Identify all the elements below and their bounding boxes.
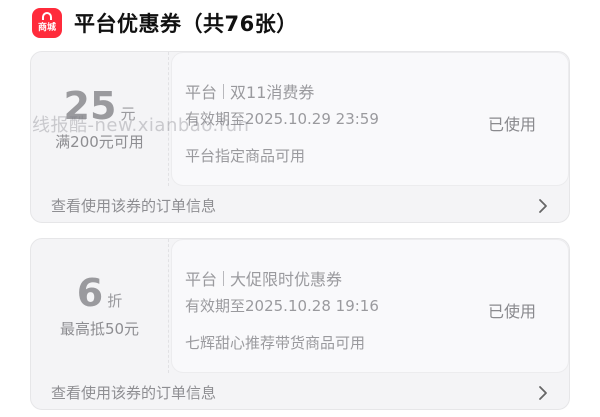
coupon-scope: 平台指定商品可用	[185, 147, 306, 165]
shopping-bag-icon: 商城	[32, 8, 62, 38]
divider	[168, 52, 169, 186]
coupon-card[interactable]: 25 元 满200元可用 平台 双11消费券 有效期至2025.10.29 23…	[30, 51, 570, 223]
separator	[223, 270, 225, 286]
page-header: 商城 平台优惠券（共76张）	[32, 6, 298, 40]
coupon-amount: 6	[76, 270, 104, 315]
coupon-name: 大促限时优惠券	[230, 270, 343, 289]
page-title: 平台优惠券（共76张）	[74, 12, 298, 36]
coupon-source: 平台	[185, 270, 218, 289]
coupon-unit: 折	[107, 291, 123, 310]
separator	[223, 83, 225, 99]
chevron-right-icon	[539, 198, 547, 213]
status-badge: 已使用	[487, 302, 536, 321]
coupon-source: 平台	[185, 83, 218, 102]
coupon-card[interactable]: 6 折 最高抵50元 平台 大促限时优惠券 有效期至2025.10.28 19:…	[30, 238, 570, 410]
coupon-name: 双11消费券	[230, 83, 315, 102]
order-info-label: 查看使用该券的订单信息	[51, 197, 217, 215]
status-badge: 已使用	[487, 115, 536, 134]
logo-text: 商城	[37, 23, 56, 33]
chevron-right-icon	[539, 385, 547, 400]
coupon-validity: 有效期至2025.10.29 23:59	[185, 110, 379, 128]
coupon-value: 6 折 最高抵50元	[31, 239, 168, 373]
divider	[168, 239, 169, 373]
coupon-unit: 元	[120, 104, 136, 123]
coupon-value: 25 元 满200元可用	[31, 52, 168, 186]
order-info-link[interactable]: 查看使用该券的订单信息	[31, 187, 569, 222]
coupon-details: 平台 大促限时优惠券 有效期至2025.10.28 19:16 七辉甜心推荐带货…	[171, 239, 569, 373]
coupon-amount: 25	[63, 83, 117, 128]
coupon-condition: 满200元可用	[55, 132, 144, 151]
coupon-details: 平台 双11消费券 有效期至2025.10.29 23:59 平台指定商品可用 …	[171, 52, 569, 186]
coupon-validity: 有效期至2025.10.28 19:16	[185, 297, 379, 315]
order-info-label: 查看使用该券的订单信息	[51, 384, 217, 402]
coupon-condition: 最高抵50元	[59, 319, 140, 338]
order-info-link[interactable]: 查看使用该券的订单信息	[31, 374, 569, 409]
coupon-scope: 七辉甜心推荐带货商品可用	[185, 334, 366, 352]
